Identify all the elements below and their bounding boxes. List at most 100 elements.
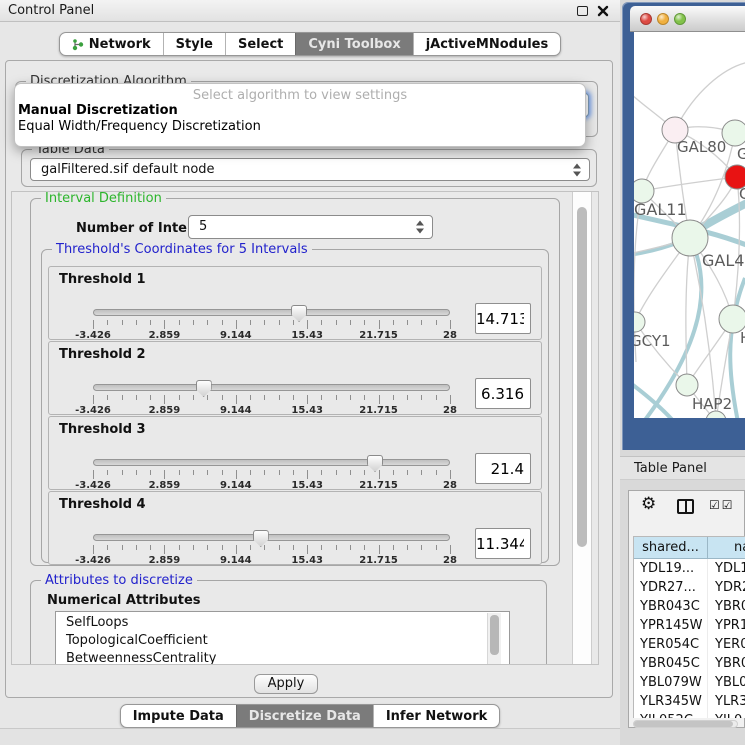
close-traffic-light[interactable]	[640, 13, 652, 25]
threshold-1-slider[interactable]: -3.4262.8599.14415.4321.71528	[93, 305, 450, 341]
cell-name[interactable]: YIL0	[708, 711, 745, 718]
network-node-hap2[interactable]	[676, 374, 698, 396]
tab-discretize-data[interactable]: Discretize Data	[236, 705, 373, 727]
slider-tick	[321, 545, 322, 550]
slider-track	[93, 309, 450, 316]
threshold-2-slider[interactable]: -3.4262.8599.14415.4321.71528	[93, 380, 450, 416]
float-window-icon[interactable]	[577, 6, 588, 16]
cell-shared-name[interactable]: YLR345W	[634, 692, 708, 711]
cell-name[interactable]: YPR1	[708, 616, 745, 635]
slider-thumb[interactable]	[367, 455, 383, 472]
combo-arrows-icon	[416, 221, 425, 234]
slider-tick-label: 21.715	[359, 480, 398, 491]
tab-select[interactable]: Select	[225, 33, 295, 55]
table-header-row: shared... na	[634, 537, 745, 559]
tab-label: Style	[176, 37, 213, 52]
attribute-list-item[interactable]: BetweennessCentrality	[66, 650, 509, 665]
slider-tick-label: 21.715	[359, 330, 398, 341]
slider-thumb[interactable]	[196, 380, 212, 397]
cell-name[interactable]: YER0	[708, 635, 745, 654]
cell-shared-name[interactable]: YPR145W	[634, 616, 708, 635]
threshold-2-value[interactable]	[475, 378, 531, 409]
horizontal-scrollbar[interactable]	[633, 720, 738, 728]
table-row[interactable]: YBL079WYBL0	[634, 673, 745, 692]
threshold-3-slider[interactable]: -3.4262.8599.14415.4321.71528	[93, 455, 450, 491]
table-row[interactable]: YDL19...YDL1	[634, 559, 745, 578]
network-node-label: HAP2	[692, 395, 732, 413]
slider-tick	[93, 545, 94, 554]
network-node-label: GAL11	[634, 200, 687, 219]
apply-button[interactable]: Apply	[254, 674, 318, 694]
list-scrollbar[interactable]	[487, 613, 501, 665]
table-panel-title: Table Panel	[620, 456, 745, 480]
slider-tick	[93, 320, 94, 329]
tab-network[interactable]: Network	[60, 33, 163, 55]
tab-impute-data[interactable]: Impute Data	[121, 705, 236, 727]
slider-tick	[236, 395, 237, 404]
dropdown-item-manual-discretization[interactable]: Manual Discretization	[15, 103, 585, 119]
zoom-traffic-light[interactable]	[674, 13, 686, 25]
cell-name[interactable]: YBR0	[708, 654, 745, 673]
tab-cyni-toolbox[interactable]: Cyni Toolbox	[295, 33, 412, 55]
slider-tick	[336, 320, 337, 325]
vertical-scrollbar[interactable]	[572, 192, 592, 664]
cell-name[interactable]: YBL0	[708, 673, 745, 692]
tab-jactivemnodules[interactable]: jActiveMNodules	[413, 33, 561, 55]
close-icon[interactable]	[597, 5, 609, 17]
table-row[interactable]: YPR145WYPR1	[634, 616, 745, 635]
scrollbar-thumb[interactable]	[490, 615, 499, 655]
cell-shared-name[interactable]: YER054C	[634, 635, 708, 654]
cell-shared-name[interactable]: YBL079W	[634, 673, 708, 692]
slider-tick	[450, 320, 451, 329]
columns-icon[interactable]	[677, 499, 694, 514]
threshold-4-value[interactable]	[475, 528, 531, 559]
cell-shared-name[interactable]: YDR27...	[634, 578, 708, 597]
bottom-tab-capsule: Impute Data Discretize Data Infer Networ…	[120, 704, 501, 728]
slider-tick	[293, 395, 294, 400]
network-canvas[interactable]: GAL80GACGAL11GAL4HGCY1HAP2	[634, 32, 745, 418]
minimize-traffic-light[interactable]	[657, 13, 669, 25]
threshold-3-value[interactable]	[475, 453, 531, 484]
table-row[interactable]: YIL052CYIL0	[634, 711, 745, 718]
cell-shared-name[interactable]: YBR045C	[634, 654, 708, 673]
threshold-4-slider[interactable]: -3.4262.8599.14415.4321.71528	[93, 530, 450, 566]
tab-label: Infer Network	[386, 709, 487, 724]
table-row[interactable]: YBR045CYBR0	[634, 654, 745, 673]
network-node-label: GA	[737, 145, 745, 163]
slider-thumb[interactable]	[253, 530, 269, 547]
tab-infer-network[interactable]: Infer Network	[373, 705, 499, 727]
cell-name[interactable]: YDL1	[708, 559, 745, 578]
column-header-shared-name[interactable]: shared...	[634, 537, 708, 559]
slider-tick	[436, 395, 437, 400]
scrollbar-thumb[interactable]	[634, 721, 733, 727]
cell-shared-name[interactable]: YIL052C	[634, 711, 708, 718]
threshold-label: Threshold 2	[59, 347, 146, 362]
cell-shared-name[interactable]: YDL19...	[634, 559, 708, 578]
cell-name[interactable]: YDR2	[708, 578, 745, 597]
cell-shared-name[interactable]: YBR043C	[634, 597, 708, 616]
table-data-combobox[interactable]: galFiltered.sif default node	[30, 158, 590, 181]
number-of-intervals-combobox[interactable]: 5	[188, 215, 433, 239]
attribute-list-item[interactable]: SelfLoops	[66, 614, 509, 632]
table-row[interactable]: YLR345WYLR3	[634, 692, 745, 711]
slider-tick-label: -3.426	[75, 330, 111, 341]
attribute-list-item[interactable]: TopologicalCoefficient	[66, 632, 509, 650]
slider-tick	[93, 470, 94, 479]
scrollbar-thumb[interactable]	[577, 207, 587, 547]
table-row[interactable]: YER054CYER0	[634, 635, 745, 654]
table-row[interactable]: YBR043CYBR0	[634, 597, 745, 616]
network-window-titlebar[interactable]	[630, 6, 745, 32]
column-header-name[interactable]: na	[708, 537, 745, 559]
table-row[interactable]: YDR27...YDR2	[634, 578, 745, 597]
tab-style[interactable]: Style	[163, 33, 225, 55]
threshold-1-value[interactable]	[475, 303, 531, 334]
cell-name[interactable]: YLR3	[708, 692, 745, 711]
cell-name[interactable]: YBR0	[708, 597, 745, 616]
slider-tick	[122, 470, 123, 475]
gear-icon[interactable]: ⚙	[641, 496, 656, 513]
group-label: Interval Definition	[41, 191, 166, 206]
checkbox-icons[interactable]: ☑☑	[709, 498, 735, 512]
network-node-gcy1[interactable]	[634, 312, 645, 332]
slider-tick	[222, 320, 223, 325]
dropdown-item-equal-width-frequency[interactable]: Equal Width/Frequency Discretization	[15, 119, 585, 135]
